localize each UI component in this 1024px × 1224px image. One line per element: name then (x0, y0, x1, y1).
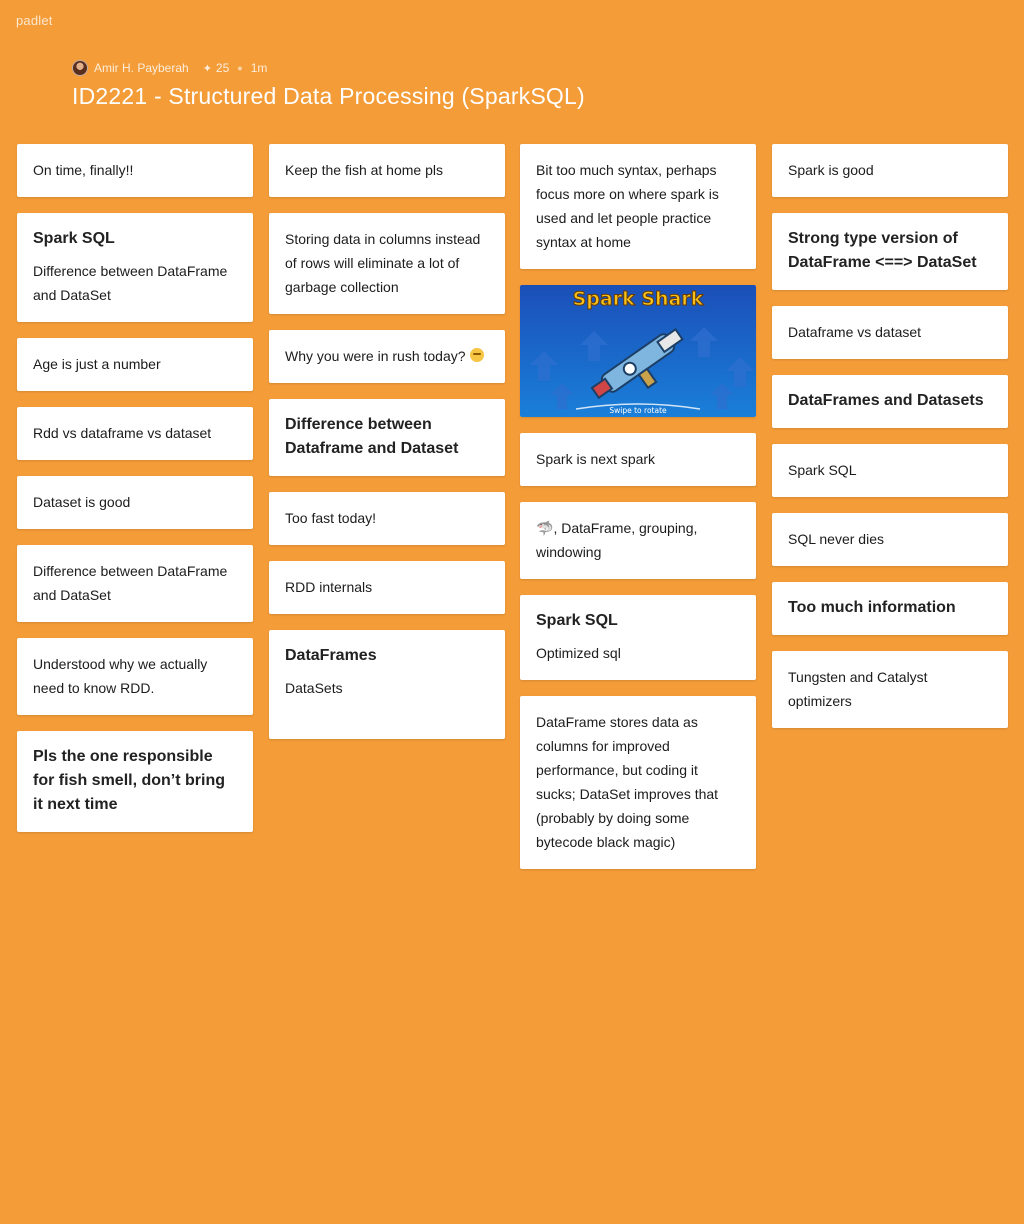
post-card[interactable]: DataFrame stores data as columns for imp… (520, 696, 756, 869)
post-body: Spark SQL (788, 462, 857, 478)
post-card[interactable]: RDD internals (269, 561, 505, 614)
post-body: Keep the fish at home pls (285, 162, 443, 178)
post-body: Dataframe vs dataset (788, 324, 922, 340)
post-card[interactable]: Tungsten and Catalyst optimizers (772, 651, 1008, 728)
timestamp: 1m (250, 61, 268, 75)
post-card[interactable]: DataFrames and Datasets (772, 375, 1008, 428)
post-card[interactable]: Dataset is good (17, 476, 253, 529)
post-body: Dataset is good (33, 494, 131, 510)
like-count: 25 (215, 61, 230, 75)
post-body: 🦈, DataFrame, grouping, windowing (536, 516, 740, 564)
column-2: Keep the fish at home pls Storing data i… (269, 144, 505, 755)
post-card[interactable]: Understood why we actually need to know … (17, 638, 253, 715)
post-card[interactable]: Strong type version of DataFrame <==> Da… (772, 213, 1008, 290)
post-body: Optimized sql (536, 645, 621, 661)
post-card[interactable]: Too fast today! (269, 492, 505, 545)
post-title: Difference between Dataframe and Dataset (285, 416, 459, 457)
post-card[interactable]: Keep the fish at home pls (269, 144, 505, 197)
post-body: Too fast today! (285, 510, 377, 526)
post-card[interactable]: Dataframe vs dataset (772, 306, 1008, 359)
post-body: Bit too much syntax, perhaps focus more … (536, 162, 719, 250)
post-body-text: Why you were in rush today? (285, 348, 466, 364)
post-card[interactable]: Difference between Dataframe and Dataset (269, 399, 505, 476)
post-card[interactable]: 🦈, DataFrame, grouping, windowing (520, 502, 756, 579)
post-card[interactable]: Spark SQL Optimized sql (520, 595, 756, 680)
post-card[interactable]: Age is just a number (17, 338, 253, 391)
page-title: ID2221 - Structured Data Processing (Spa… (72, 83, 585, 109)
post-title: Strong type version of DataFrame <==> Da… (788, 230, 977, 271)
post-title: Too much information (788, 599, 956, 616)
post-body: DataSets (285, 680, 343, 696)
post-body: Storing data in columns instead of rows … (285, 231, 481, 295)
shark-icon: 🦈 (536, 520, 554, 536)
post-body-text: , DataFrame, grouping, windowing (536, 520, 698, 560)
post-body: SQL never dies (788, 531, 884, 547)
post-body: Spark is good (788, 162, 874, 178)
post-title: DataFrames and Datasets (788, 392, 984, 409)
post-card-image[interactable]: Spark Shark Swipe to rotate (520, 285, 756, 417)
author-name[interactable]: Amir H. Payberah (94, 61, 189, 75)
post-title: Pls the one responsible for fish smell, … (33, 748, 225, 813)
post-body: Understood why we actually need to know … (33, 656, 208, 696)
post-body: Rdd vs dataframe vs dataset (33, 425, 212, 441)
image-caption-text: Swipe to rotate (609, 406, 667, 415)
post-card[interactable]: Bit too much syntax, perhaps focus more … (520, 144, 756, 269)
post-card[interactable]: Too much information (772, 582, 1008, 635)
post-title: Spark SQL (536, 612, 618, 629)
post-body: Spark is next spark (536, 451, 656, 467)
post-card[interactable]: Rdd vs dataframe vs dataset (17, 407, 253, 460)
column-3: Bit too much syntax, perhaps focus more … (520, 144, 756, 885)
thinking-face-icon (469, 348, 484, 362)
post-title: Spark SQL (33, 230, 115, 247)
post-card[interactable]: Spark is next spark (520, 433, 756, 486)
image-title-text: Spark Shark (573, 288, 704, 310)
column-4: Spark is good Strong type version of Dat… (772, 144, 1008, 744)
padlet-header: Amir H. Payberah ✦ 25 ● 1m ID2221 - Stru… (72, 60, 984, 112)
post-body: RDD internals (285, 579, 373, 595)
post-body: DataFrame stores data as columns for imp… (536, 714, 719, 850)
post-card[interactable]: On time, finally!! (17, 144, 253, 197)
post-card[interactable]: Spark SQL Difference between DataFrame a… (17, 213, 253, 322)
post-body: Difference between DataFrame and DataSet (33, 263, 228, 303)
post-card[interactable]: Spark SQL (772, 444, 1008, 497)
post-card[interactable]: Storing data in columns instead of rows … (269, 213, 505, 314)
post-body: Why you were in rush today? (285, 344, 489, 368)
star-icon: ✦ (202, 62, 212, 75)
post-card[interactable]: Why you were in rush today? (269, 330, 505, 383)
post-title: DataFrames (285, 647, 377, 664)
post-card[interactable]: Difference between DataFrame and DataSet (17, 545, 253, 622)
spark-shark-image: Spark Shark Swipe to rotate (520, 285, 756, 417)
separator-dot: ● (237, 63, 243, 73)
post-card[interactable]: SQL never dies (772, 513, 1008, 566)
padlet-logo[interactable]: padlet (16, 13, 53, 28)
post-meta: Amir H. Payberah ✦ 25 ● 1m (72, 60, 984, 76)
post-body: On time, finally!! (33, 162, 134, 178)
post-body: Tungsten and Catalyst optimizers (788, 669, 928, 709)
post-body: Difference between DataFrame and DataSet (33, 563, 228, 603)
column-1: On time, finally!! Spark SQL Difference … (17, 144, 253, 848)
post-body: Age is just a number (33, 356, 161, 372)
post-card[interactable]: Pls the one responsible for fish smell, … (17, 731, 253, 832)
post-card[interactable]: Spark is good (772, 144, 1008, 197)
post-card[interactable]: DataFrames DataSets (269, 630, 505, 739)
author-avatar[interactable] (72, 60, 88, 76)
